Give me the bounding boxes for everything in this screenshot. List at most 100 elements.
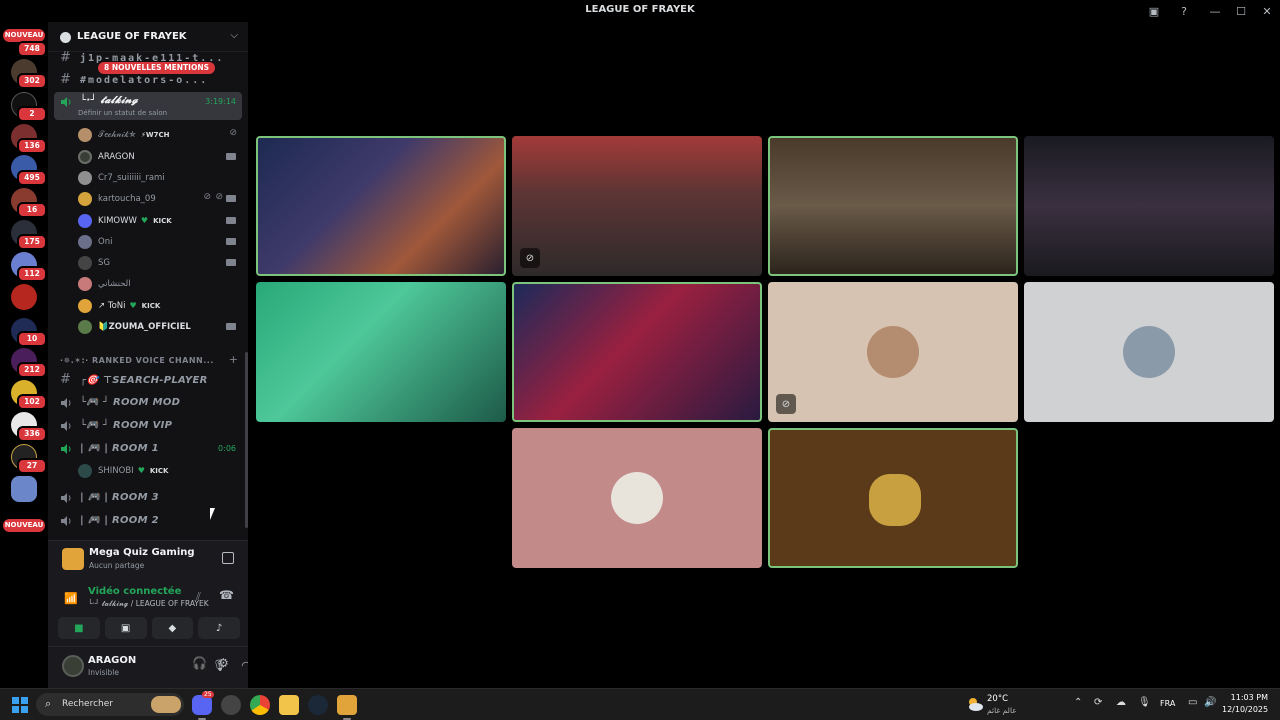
- noise-suppression-icon[interactable]: ⫽: [196, 590, 201, 604]
- active-voice-channel[interactable]: └·┘ 𝓽𝓪𝓵𝓴𝓲𝓷𝓰 3:19:14 Définir un statut de…: [54, 92, 242, 120]
- voice-user[interactable]: 🔰ZOUMA_OFFICIEL: [74, 317, 242, 337]
- camera-button[interactable]: ■: [58, 617, 100, 639]
- video-tile[interactable]: [512, 428, 762, 568]
- voice-channel[interactable]: └🎮 ┘ ROOM VIP: [54, 416, 242, 436]
- voice-channel[interactable]: | 🎮 | ROOM 3: [54, 488, 242, 508]
- camera-icon: [226, 259, 236, 266]
- language-indicator[interactable]: FRA: [1160, 699, 1175, 708]
- voice-user[interactable]: SG: [74, 253, 242, 273]
- new-servers-pill[interactable]: NOUVEAU: [3, 519, 45, 532]
- voice-user[interactable]: ARAGON: [74, 147, 242, 167]
- share-screen-icon[interactable]: [222, 552, 234, 564]
- video-tile[interactable]: [768, 428, 1018, 568]
- text-channel[interactable]: # #modelators-o...: [54, 71, 242, 91]
- user-tag: KICK: [149, 467, 169, 475]
- chevron-up-icon[interactable]: ⌃: [1074, 697, 1082, 708]
- channel-name: #modelators-o...: [80, 75, 209, 86]
- video-tile[interactable]: [256, 282, 506, 422]
- signal-icon[interactable]: 📶: [64, 592, 78, 605]
- user-name: ARAGON: [88, 655, 137, 666]
- call-duration: 0:06: [218, 444, 236, 453]
- user-status: Invisible: [88, 668, 119, 677]
- call-duration: 3:19:14: [205, 97, 236, 106]
- gear-icon[interactable]: ⚙: [218, 656, 229, 670]
- disconnect-icon[interactable]: ☎: [219, 588, 234, 602]
- text-channel[interactable]: # ┌🎯 ⊤SEARCH-PLAYER: [54, 371, 242, 391]
- search-highlight-image: [151, 696, 181, 713]
- channel-name: └🎮 ┘ ROOM VIP: [80, 420, 173, 431]
- server-icon[interactable]: [11, 284, 37, 310]
- server-badge: 16: [17, 202, 47, 218]
- video-tile[interactable]: ⊘: [512, 136, 762, 276]
- microphone-icon[interactable]: 🎙: [1138, 697, 1151, 708]
- activities-button[interactable]: ◆: [151, 617, 194, 639]
- video-tile[interactable]: [1024, 136, 1274, 276]
- hash-icon: #: [60, 372, 71, 387]
- voice-channel[interactable]: | 🎮 | ROOM 1 0:06: [54, 439, 242, 459]
- video-tile[interactable]: ⊘: [768, 282, 1018, 422]
- cloudy-weather-icon: [969, 698, 983, 711]
- voice-user[interactable]: KIMOWW ♥ KICK: [74, 211, 242, 231]
- taskbar: ⌕ Rechercher 25 20°C عالم غائم ⌃ ⟳ ☁ 🎙 F…: [0, 688, 1280, 720]
- file-explorer-icon[interactable]: [279, 695, 299, 715]
- voice-channel-link[interactable]: └·┘ 𝓽𝓪𝓵𝓴𝓲𝓷𝓰 / LEAGUE OF FRAYEK: [88, 599, 209, 609]
- volume-icon[interactable]: 🔊: [1204, 697, 1216, 708]
- voice-user[interactable]: kartoucha_09 ⊘ ⊘: [74, 189, 242, 209]
- start-button[interactable]: [12, 697, 28, 713]
- chrome-app-icon[interactable]: [250, 695, 270, 715]
- minimize-button[interactable]: —: [1202, 0, 1228, 22]
- add-channel-icon[interactable]: +: [229, 353, 238, 366]
- voice-user[interactable]: الحنشاني: [74, 274, 242, 294]
- close-button[interactable]: ✕: [1254, 0, 1280, 22]
- camera-icon: [226, 238, 236, 245]
- hash-icon: #: [60, 50, 71, 65]
- voice-user[interactable]: SHINOBI ♥ KICK: [74, 461, 242, 481]
- voice-user[interactable]: Cr7_suiiiiii_rami: [74, 168, 242, 188]
- user-name: KIMOWW: [98, 216, 137, 226]
- discord-badge: 25: [202, 691, 214, 698]
- guild-header[interactable]: LEAGUE OF FRAYEK ⌵: [48, 22, 248, 52]
- channel-status-hint[interactable]: Définir un statut de salon: [78, 109, 167, 117]
- search-icon: ⌕: [45, 697, 52, 710]
- server-badge: 336: [17, 426, 47, 442]
- voice-user[interactable]: ↗ ToNi ♥ KICK: [74, 296, 242, 316]
- mouse-cursor: [210, 508, 215, 520]
- video-tile[interactable]: [512, 282, 762, 422]
- game-icon: [62, 548, 84, 570]
- help-icon[interactable]: ?: [1176, 3, 1192, 19]
- avatar: [867, 326, 919, 378]
- user-name: Oni: [98, 237, 113, 247]
- clock[interactable]: 11:03 PM 12/10/2025: [1222, 693, 1268, 714]
- game-app-icon[interactable]: [337, 695, 357, 715]
- screen-share-button[interactable]: ▣: [104, 617, 147, 639]
- discord-app-icon[interactable]: [192, 695, 212, 715]
- soundboard-button[interactable]: ♪: [198, 617, 240, 639]
- video-tile[interactable]: [256, 136, 506, 276]
- server-icon[interactable]: [11, 476, 37, 502]
- cloud-icon[interactable]: ☁: [1116, 697, 1126, 708]
- video-tile[interactable]: [1024, 282, 1274, 422]
- video-tile[interactable]: [768, 136, 1018, 276]
- camera-icon: [226, 195, 236, 202]
- inbox-icon[interactable]: ▣: [1146, 3, 1162, 19]
- voice-user[interactable]: 𝒯𝑒𝒸𝒽𝓃𝒾𝓀✯ ⚡W7CH ⊘: [74, 125, 242, 145]
- guild-name: LEAGUE OF FRAYEK: [77, 31, 187, 42]
- voice-user[interactable]: Oni: [74, 232, 242, 252]
- sync-icon[interactable]: ⟳: [1094, 697, 1102, 708]
- xbox-app-icon[interactable]: [221, 695, 241, 715]
- maximize-button[interactable]: ☐: [1228, 0, 1254, 22]
- title-bar: LEAGUE OF FRAYEK ▣ ? — ☐ ✕: [0, 0, 1280, 22]
- network-icon[interactable]: ▭: [1188, 697, 1197, 708]
- avatar[interactable]: [62, 655, 84, 677]
- voice-channel[interactable]: └🎮 ┘ ROOM MOD: [54, 393, 242, 413]
- server-badge: 136: [17, 138, 47, 154]
- search-box[interactable]: ⌕ Rechercher: [36, 693, 184, 716]
- speaker-icon: [61, 493, 71, 503]
- steam-app-icon[interactable]: [308, 695, 328, 715]
- user-name: Cr7_suiiiiii_rami: [98, 173, 165, 183]
- speaker-icon: [61, 444, 71, 454]
- chevron-down-icon[interactable]: ⌵: [230, 30, 238, 41]
- user-tag: KICK: [153, 217, 172, 225]
- headphones-icon[interactable]: 🎧: [192, 656, 207, 670]
- category-header[interactable]: ·✵.✶:· RANKED VOICE CHANN...: [60, 356, 214, 365]
